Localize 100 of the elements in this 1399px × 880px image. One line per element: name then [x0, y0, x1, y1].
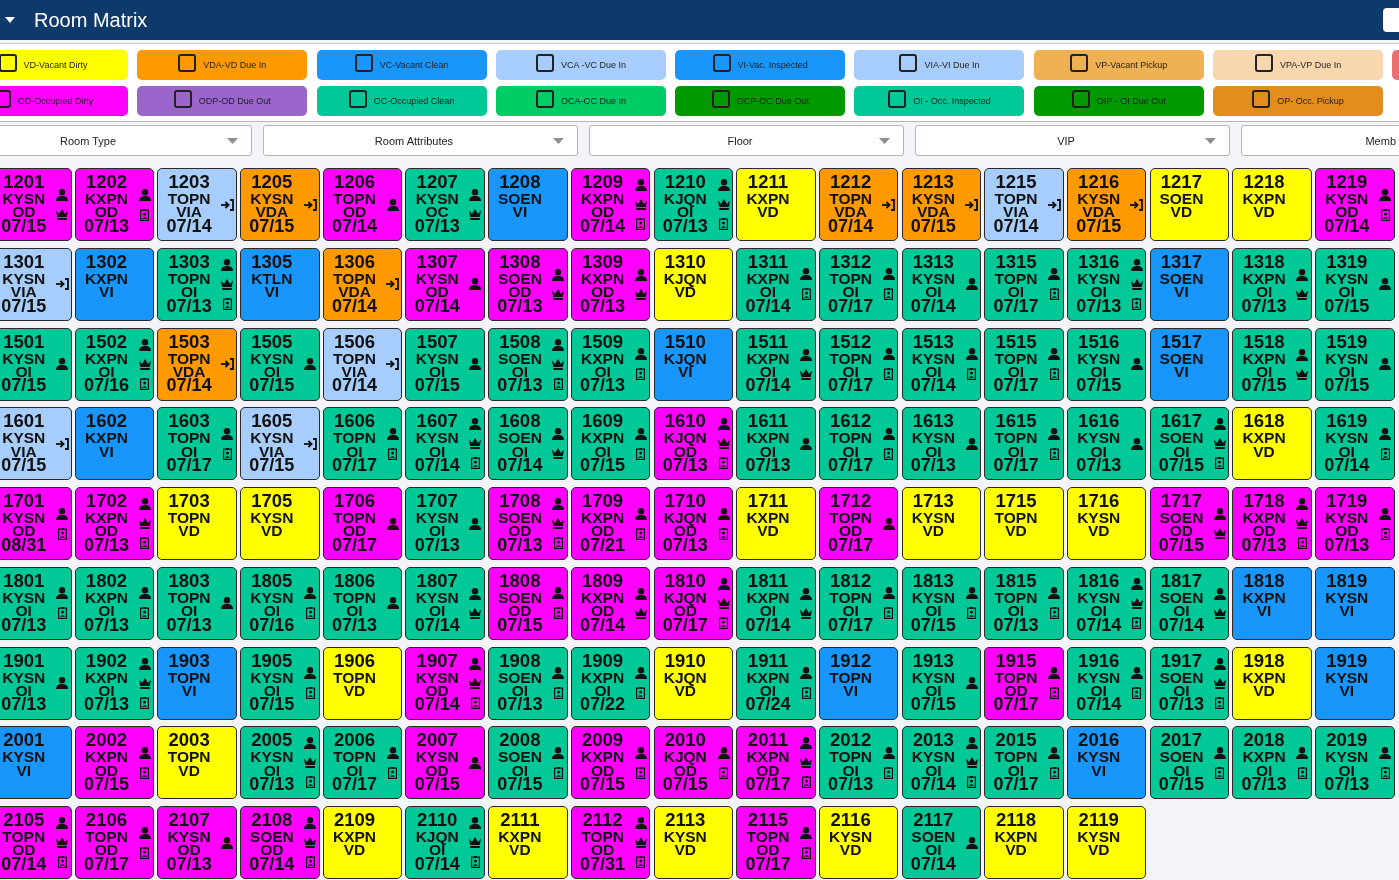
room-tile[interactable]: 1818 KXPN VI [1232, 566, 1312, 640]
room-tile[interactable]: 1916 KYSN OI 07/14 [1066, 646, 1147, 720]
filter-dropdown[interactable]: VIP [915, 125, 1230, 156]
room-tile[interactable]: 1716 KYSN VD [1066, 487, 1147, 560]
status-button[interactable]: OI - Occ. Inspected [854, 86, 1025, 116]
room-tile[interactable]: 2115 TOPN OD 07/17 [736, 806, 816, 879]
room-tile[interactable]: 1607 KYSN OI 07/14 [405, 407, 485, 481]
room-tile[interactable]: 2112 TOPN OD 07/31 [570, 806, 651, 879]
room-tile[interactable]: 1601 KYSN VIA 07/15 [0, 407, 72, 481]
room-tile[interactable]: 1213 KYSN VDA 07/15 [901, 168, 982, 241]
room-tile[interactable]: 2113 KYSN VD [653, 806, 733, 879]
room-tile[interactable]: 1318 KXPN OI 07/13 [1232, 247, 1312, 321]
room-tile[interactable]: 1710 KJQN OD 07/13 [653, 487, 733, 560]
room-tile[interactable]: 1705 KYSN VD [240, 487, 320, 560]
room-tile[interactable]: 1511 KXPN OI 07/14 [736, 327, 816, 401]
status-button[interactable]: VCA -VC Due In [495, 50, 666, 80]
room-tile[interactable]: 2106 TOPN OD 07/17 [74, 806, 155, 879]
room-tile[interactable]: 1303 TOPN OI 07/13 [157, 247, 237, 321]
room-tile[interactable]: 1613 KYSN OI 07/13 [901, 407, 982, 481]
room-tile[interactable]: 1707 KYSN OI 07/13 [405, 487, 485, 560]
room-tile[interactable]: 2019 KYSN OI 07/13 [1315, 726, 1395, 800]
room-tile[interactable]: 1516 KYSN OI 07/15 [1066, 327, 1147, 401]
checkbox[interactable] [1252, 90, 1271, 108]
room-tile[interactable]: 1911 KXPN OI 07/24 [736, 646, 816, 720]
room-tile[interactable]: 1201 KYSN OD 07/15 [0, 168, 72, 241]
room-tile[interactable]: 1206 TOPN OD 07/14 [322, 168, 403, 241]
room-tile[interactable]: 1609 KXPN OI 07/15 [570, 407, 651, 481]
status-button[interactable]: VP-Vacant Pickup [1033, 50, 1204, 80]
room-tile[interactable]: 1618 KXPN VD [1232, 407, 1312, 481]
room-tile[interactable]: 2116 KYSN VD [818, 806, 899, 879]
room-tile[interactable]: 1202 KXPN OD 07/13 [74, 168, 155, 241]
room-tile[interactable]: 2018 KXPN OI 07/13 [1232, 726, 1312, 800]
room-tile[interactable]: 2005 KYSN OI 07/13 [240, 726, 320, 800]
room-tile[interactable]: 1915 TOPN OD 07/17 [984, 646, 1064, 720]
room-tile[interactable]: 1901 KYSN OI 07/13 [0, 646, 72, 720]
room-tile[interactable]: 1801 KYSN OI 07/13 [0, 566, 72, 640]
status-button[interactable]: OC-Occupied Clean [316, 86, 487, 116]
room-tile[interactable]: 1810 KJQN OD 07/17 [653, 566, 733, 640]
room-tile[interactable]: 2007 KYSN OD 07/15 [405, 726, 485, 800]
room-tile[interactable]: 1305 KTLN VI [240, 247, 320, 321]
status-button[interactable]: VPA-VP Due In [1213, 50, 1384, 80]
filter-dropdown[interactable]: Memb [1241, 125, 1399, 156]
status-button[interactable]: VD-Vacant Dirty [0, 50, 128, 80]
room-tile[interactable]: 1718 KXPN OD 07/13 [1232, 487, 1312, 560]
room-tile[interactable]: 1708 SOEN OD 07/13 [488, 487, 568, 560]
room-tile[interactable]: 1307 KYSN OD 07/14 [405, 247, 485, 321]
room-tile[interactable]: 2011 KXPN OD 07/17 [736, 726, 816, 800]
room-tile[interactable]: 2003 TOPN VD [157, 726, 237, 800]
room-tile[interactable]: 1503 TOPN VDA 07/14 [157, 327, 237, 401]
room-tile[interactable]: 1703 TOPN VD [157, 487, 237, 560]
room-tile[interactable]: 1813 KYSN OI 07/15 [901, 566, 982, 640]
room-tile[interactable]: 2109 KXPN VD [322, 806, 403, 879]
room-tile[interactable]: 1308 SOEN OD 07/13 [488, 247, 568, 321]
room-tile[interactable]: 2008 SOEN OI 07/15 [488, 726, 568, 800]
room-tile[interactable]: 1212 TOPN VDA 07/14 [818, 168, 899, 241]
room-tile[interactable]: 1803 TOPN OI 07/13 [157, 566, 237, 640]
room-tile[interactable]: 1205 KYSN VDA 07/15 [240, 168, 320, 241]
room-tile[interactable]: 1519 KYSN OI 07/15 [1315, 327, 1395, 401]
status-button[interactable]: OP- Occ. Pickup [1213, 86, 1384, 116]
room-tile[interactable]: 1902 KXPN OI 07/13 [74, 646, 155, 720]
room-tile[interactable]: 1908 SOEN OI 07/13 [488, 646, 568, 720]
checkbox[interactable] [1254, 54, 1273, 72]
checkbox[interactable] [711, 90, 730, 108]
room-tile[interactable]: 1502 KXPN OI 07/16 [74, 327, 155, 401]
room-tile[interactable]: 2013 KYSN OI 07/14 [901, 726, 982, 800]
room-tile[interactable]: 1209 KXPN OD 07/14 [570, 168, 651, 241]
status-button[interactable]: OCP-OC Due Out [675, 86, 846, 116]
checkbox[interactable] [712, 54, 731, 72]
room-tile[interactable]: 2107 KYSN OD 07/13 [157, 806, 237, 879]
room-tile[interactable]: 2111 KXPN VD [488, 806, 568, 879]
input-field[interactable] [1383, 8, 1399, 32]
room-tile[interactable]: 1806 TOPN OI 07/13 [322, 566, 403, 640]
status-button[interactable]: VDA-VD Due In [137, 50, 308, 80]
room-tile[interactable]: 1302 KXPN VI [74, 247, 155, 321]
room-tile[interactable]: 1312 TOPN OI 07/17 [818, 247, 899, 321]
room-tile[interactable]: 1505 KYSN OI 07/15 [240, 327, 320, 401]
room-tile[interactable]: 1615 TOPN OI 07/17 [984, 407, 1064, 481]
room-tile[interactable]: 1309 KXPN OD 07/13 [570, 247, 651, 321]
room-tile[interactable]: 1518 KXPN OI 07/15 [1232, 327, 1312, 401]
room-tile[interactable]: 2105 TOPN OD 07/14 [0, 806, 72, 879]
room-tile[interactable]: 2015 TOPN OI 07/17 [984, 726, 1064, 800]
filter-dropdown[interactable]: Floor [589, 125, 904, 156]
room-tile[interactable]: 2119 KYSN VD [1066, 806, 1147, 879]
status-button[interactable]: VC-Vacant Clean [316, 50, 487, 80]
room-tile[interactable]: 1311 KXPN OI 07/14 [736, 247, 816, 321]
room-tile[interactable]: 1809 KXPN OD 07/14 [570, 566, 651, 640]
room-tile[interactable]: 1819 KYSN VI [1315, 566, 1395, 640]
room-tile[interactable]: 1513 KYSN OI 07/14 [901, 327, 982, 401]
room-tile[interactable]: 1706 TOPN OD 07/17 [322, 487, 403, 560]
checkbox[interactable] [1071, 90, 1090, 108]
room-tile[interactable]: 1612 TOPN OI 07/17 [818, 407, 899, 481]
room-tile[interactable]: 1611 KXPN OI 07/13 [736, 407, 816, 481]
room-tile[interactable]: 1903 TOPN VI [157, 646, 237, 720]
filter-dropdown[interactable]: Room Type [0, 125, 252, 156]
status-button[interactable]: VIA-VI Due In [854, 50, 1025, 80]
checkbox[interactable] [348, 90, 367, 108]
room-tile[interactable]: 1203 TOPN VIA 07/14 [157, 168, 237, 241]
room-tile[interactable]: 1702 KXPN OD 07/13 [74, 487, 155, 560]
room-tile[interactable]: 2117 SOEN OI 07/14 [901, 806, 982, 879]
room-tile[interactable]: 1610 KJQN OD 07/13 [653, 407, 733, 481]
